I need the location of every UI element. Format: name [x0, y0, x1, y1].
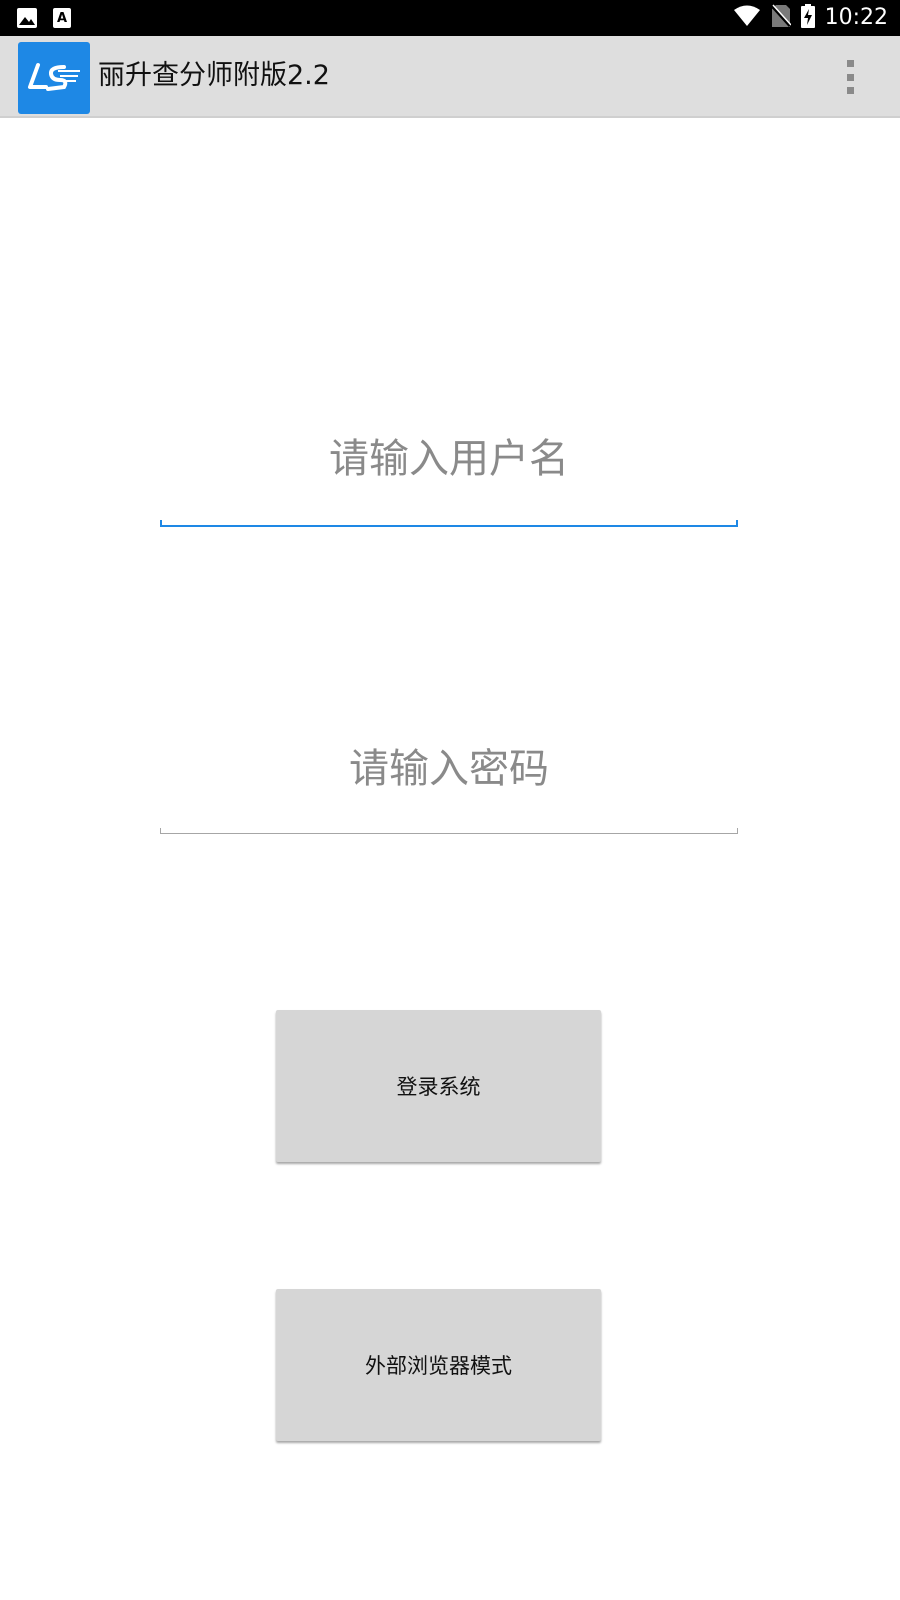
battery-charging-icon	[800, 4, 815, 32]
login-button[interactable]: 登录系统	[276, 1010, 601, 1162]
password-underline	[160, 828, 738, 834]
username-underline	[160, 520, 738, 527]
ls-logo-icon	[18, 42, 90, 114]
app-title: 丽升查分师附版2.2	[98, 60, 330, 91]
status-time: 10:22	[824, 5, 888, 30]
username-input[interactable]	[160, 414, 738, 504]
no-sim-icon	[770, 4, 792, 32]
wifi-icon	[733, 5, 761, 31]
overflow-menu-icon[interactable]	[840, 60, 860, 94]
password-input[interactable]	[160, 724, 738, 814]
external-browser-button[interactable]: 外部浏览器模式	[276, 1289, 601, 1441]
status-bar: A 10:22	[0, 0, 900, 36]
app-bar: 丽升查分师附版2.2	[0, 36, 900, 118]
font-download-icon: A	[52, 7, 72, 33]
svg-text:A: A	[57, 11, 67, 26]
image-icon	[16, 7, 38, 33]
